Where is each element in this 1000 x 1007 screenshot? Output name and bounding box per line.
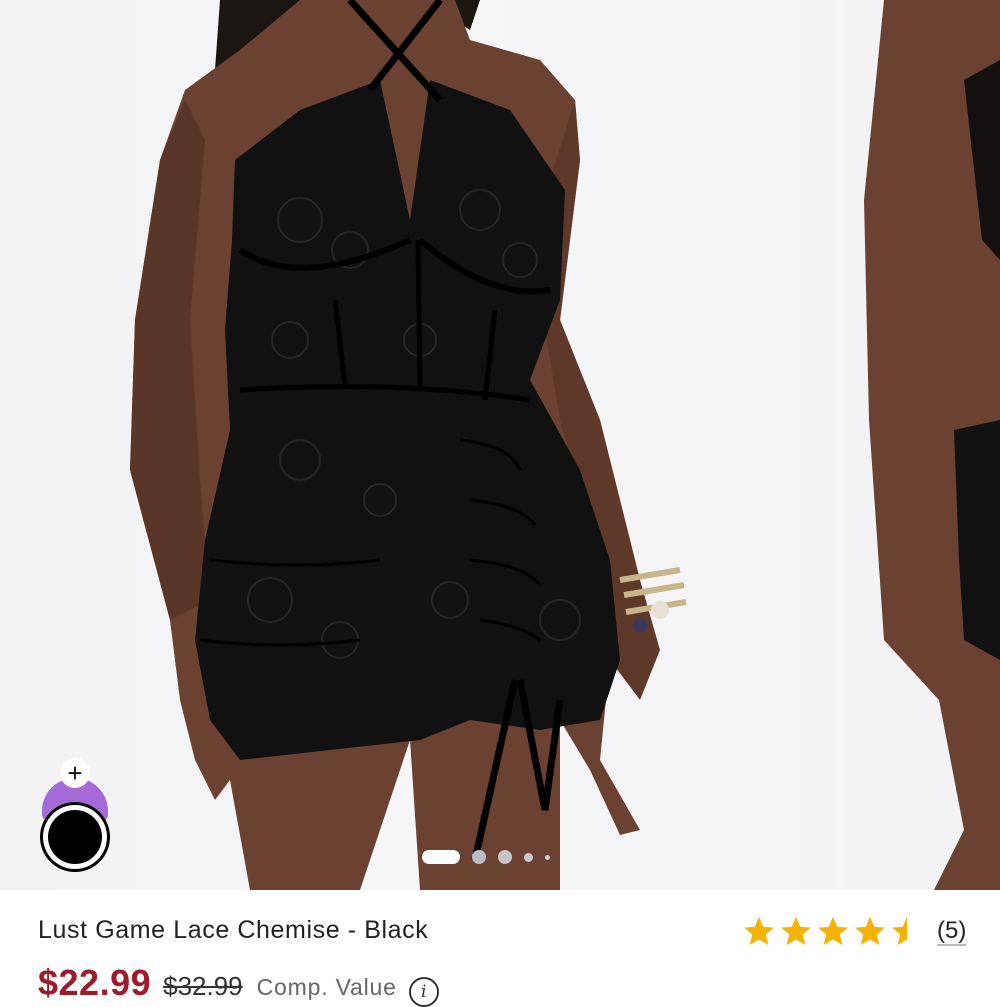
pagination-dot-active[interactable] [422, 850, 460, 864]
add-swatch-button[interactable]: + [60, 758, 90, 788]
star-icon [744, 916, 774, 946]
comp-value-label: Comp. Value [256, 974, 397, 1000]
original-price: $32.99 [163, 971, 243, 1001]
star-icon [818, 916, 848, 946]
plus-icon: + [67, 758, 83, 788]
color-swatch-black[interactable] [48, 810, 102, 864]
star-icon [781, 916, 811, 946]
gallery-pagination [422, 850, 550, 864]
pagination-dot[interactable] [472, 850, 486, 864]
product-title: Lust Game Lace Chemise - Black [38, 916, 429, 944]
half-star-icon [892, 916, 922, 946]
star-icon [855, 916, 885, 946]
model-photo-illustration [130, 0, 687, 890]
price-row: $22.99 $32.99 Comp. Value i [38, 962, 439, 1007]
pagination-dot[interactable] [498, 850, 512, 864]
pagination-dot[interactable] [545, 854, 550, 860]
model-photo-side-illustration [864, 0, 1000, 890]
info-icon[interactable]: i [408, 977, 439, 1007]
pagination-dot[interactable] [524, 852, 533, 862]
product-photo-front[interactable] [0, 0, 838, 890]
product-rating[interactable]: (5) [742, 914, 966, 948]
product-photo-side[interactable] [844, 0, 1000, 890]
reviews-count-link[interactable]: (5) [937, 917, 966, 945]
sale-price: $22.99 [38, 962, 152, 1003]
product-image-gallery[interactable]: + [0, 0, 1000, 890]
